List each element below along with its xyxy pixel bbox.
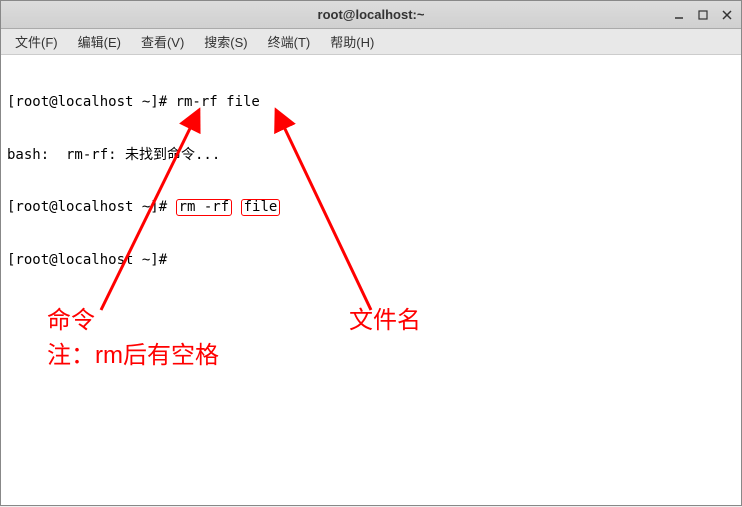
boxed-command: rm -rf — [176, 199, 233, 216]
close-button[interactable] — [719, 7, 735, 23]
annotation-command-label: 命令 — [47, 305, 95, 336]
boxed-filename: file — [241, 199, 281, 216]
window-controls — [671, 7, 735, 23]
terminal-line: [root@localhost ~]# rm -rf file — [7, 199, 735, 217]
menu-edit[interactable]: 编辑(E) — [70, 30, 129, 53]
menu-help[interactable]: 帮助(H) — [322, 30, 382, 53]
prompt: [root@localhost ~]# — [7, 252, 176, 268]
annotation-arrows — [1, 55, 742, 507]
menubar: 文件(F) 编辑(E) 查看(V) 搜索(S) 终端(T) 帮助(H) — [1, 29, 741, 55]
menu-file[interactable]: 文件(F) — [7, 30, 66, 53]
annotation-command-note: 注：rm后有空格 — [47, 340, 219, 371]
window-title: root@localhost:~ — [1, 7, 741, 22]
terminal-line: [root@localhost ~]# — [7, 252, 735, 270]
minimize-button[interactable] — [671, 7, 687, 23]
command-text: rm-rf file — [176, 94, 260, 110]
terminal-window: root@localhost:~ 文件(F) 编辑(E) 查看(V) 搜索(S)… — [0, 0, 742, 506]
annotation-filename-label: 文件名 — [349, 305, 421, 336]
terminal-line: bash: rm-rf: 未找到命令... — [7, 147, 735, 165]
menu-view[interactable]: 查看(V) — [133, 30, 192, 53]
gap — [232, 199, 240, 215]
terminal-area[interactable]: [root@localhost ~]# rm-rf file bash: rm-… — [1, 55, 741, 505]
prompt: [root@localhost ~]# — [7, 94, 176, 110]
maximize-button[interactable] — [695, 7, 711, 23]
menu-search[interactable]: 搜索(S) — [196, 30, 255, 53]
prompt: [root@localhost ~]# — [7, 199, 176, 215]
titlebar: root@localhost:~ — [1, 1, 741, 29]
menu-terminal[interactable]: 终端(T) — [260, 30, 319, 53]
error-text: bash: rm-rf: 未找到命令... — [7, 147, 220, 163]
terminal-line: [root@localhost ~]# rm-rf file — [7, 94, 735, 112]
annotation-overlay: 命令 注：rm后有空格 文件名 — [1, 55, 741, 505]
